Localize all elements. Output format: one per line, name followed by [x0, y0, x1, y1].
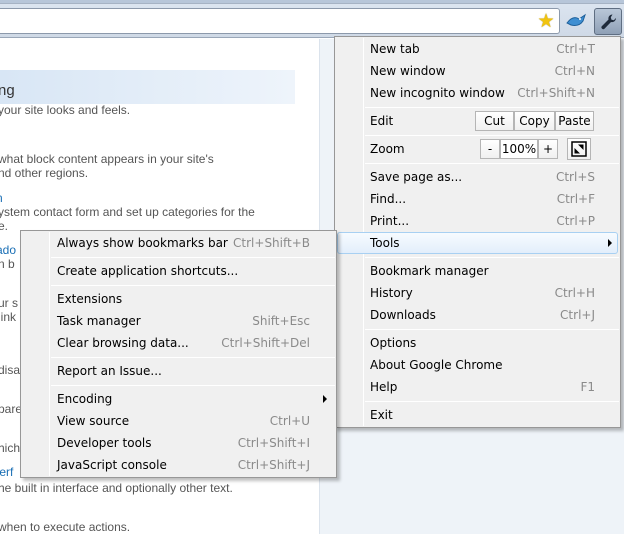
menu-separator — [51, 257, 335, 258]
menu-separator — [51, 385, 335, 386]
menu-item-always-show-bookmarks-bar[interactable]: Always show bookmarks bar Ctrl+Shift+B — [57, 232, 310, 254]
page-text: he built in interface and optionally oth… — [0, 481, 233, 495]
tab-strip — [0, 0, 624, 4]
menu-item-find[interactable]: Find... Ctrl+F — [370, 188, 595, 210]
browser-toolbar: ★ — [0, 0, 624, 38]
menu-item-clear-browsing-data[interactable]: Clear browsing data... Ctrl+Shift+Del — [57, 332, 310, 354]
submenu-arrow-icon — [323, 395, 327, 403]
menu-item-report-issue[interactable]: Report an Issue... — [57, 360, 310, 382]
menu-item-zoom: Zoom — [370, 142, 405, 156]
star-icon[interactable]: ★ — [536, 11, 556, 31]
page-text: your site looks and feels. — [0, 103, 131, 117]
chrome-menu: New tab Ctrl+T New window Ctrl+N New inc… — [334, 36, 621, 428]
menu-item-downloads[interactable]: Downloads Ctrl+J — [370, 304, 595, 326]
page-text: link — [0, 310, 17, 324]
page-text: pare — [0, 402, 23, 416]
wrench-menu-button[interactable] — [594, 8, 622, 35]
menu-separator — [365, 401, 619, 402]
page-text: n b — [0, 257, 15, 271]
menu-separator — [365, 329, 619, 330]
cut-button[interactable]: Cut — [475, 111, 514, 131]
page-link[interactable]: ado — [0, 243, 16, 257]
page-text: ur s — [0, 296, 19, 310]
menu-item-new-window[interactable]: New window Ctrl+N — [370, 60, 595, 82]
menu-item-about[interactable]: About Google Chrome — [370, 354, 595, 376]
menu-separator — [51, 285, 335, 286]
bird-icon[interactable] — [565, 11, 589, 31]
menu-item-new-incognito-window[interactable]: New incognito window Ctrl+Shift+N — [370, 82, 595, 104]
menu-separator — [365, 135, 619, 136]
menu-item-save-page[interactable]: Save page as... Ctrl+S — [370, 166, 595, 188]
zoom-level: 100% — [500, 139, 538, 159]
menu-item-encoding[interactable]: Encoding — [57, 388, 310, 410]
zoom-in-button[interactable]: + — [538, 139, 558, 159]
page-link[interactable]: terf — [0, 465, 13, 479]
tools-submenu: Always show bookmarks bar Ctrl+Shift+B C… — [20, 230, 337, 478]
menu-item-tools[interactable]: Tools — [370, 232, 595, 254]
paste-button[interactable]: Paste — [555, 111, 594, 131]
page-text: when to execute actions. — [0, 520, 131, 534]
menu-item-help[interactable]: Help F1 — [370, 376, 595, 398]
page-link[interactable]: n — [0, 191, 3, 205]
page-title: ng — [0, 82, 15, 99]
menu-item-history[interactable]: History Ctrl+H — [370, 282, 595, 304]
wrench-icon — [601, 14, 617, 30]
fullscreen-button[interactable] — [567, 138, 591, 160]
menu-item-extensions[interactable]: Extensions — [57, 288, 310, 310]
menu-item-options[interactable]: Options — [370, 332, 595, 354]
page-text: nd other regions. — [0, 166, 89, 180]
page-text: e. — [0, 219, 9, 233]
menu-item-new-tab[interactable]: New tab Ctrl+T — [370, 38, 595, 60]
menu-item-bookmark-manager[interactable]: Bookmark manager — [370, 260, 595, 282]
menu-separator — [365, 107, 619, 108]
copy-button[interactable]: Copy — [514, 111, 555, 131]
menu-item-developer-tools[interactable]: Developer tools Ctrl+Shift+I — [57, 432, 310, 454]
zoom-out-button[interactable]: - — [480, 139, 500, 159]
menu-separator — [51, 357, 335, 358]
menu-item-javascript-console[interactable]: JavaScript console Ctrl+Shift+J — [57, 454, 310, 476]
page-text: hich — [0, 441, 21, 455]
page-text: ystem contact form and set up categories… — [0, 205, 255, 219]
page-text: what block content appears in your site'… — [0, 152, 214, 166]
menu-item-create-application-shortcuts[interactable]: Create application shortcuts... — [57, 260, 310, 282]
menu-separator — [365, 163, 619, 164]
fullscreen-icon — [571, 141, 587, 157]
menu-separator — [365, 257, 619, 258]
menu-item-exit[interactable]: Exit — [370, 404, 595, 426]
page-text: disa — [0, 363, 21, 377]
address-bar[interactable] — [0, 8, 560, 34]
submenu-arrow-icon — [608, 239, 612, 247]
menu-item-view-source[interactable]: View source Ctrl+U — [57, 410, 310, 432]
menu-item-task-manager[interactable]: Task manager Shift+Esc — [57, 310, 310, 332]
menu-item-print[interactable]: Print... Ctrl+P — [370, 210, 595, 232]
